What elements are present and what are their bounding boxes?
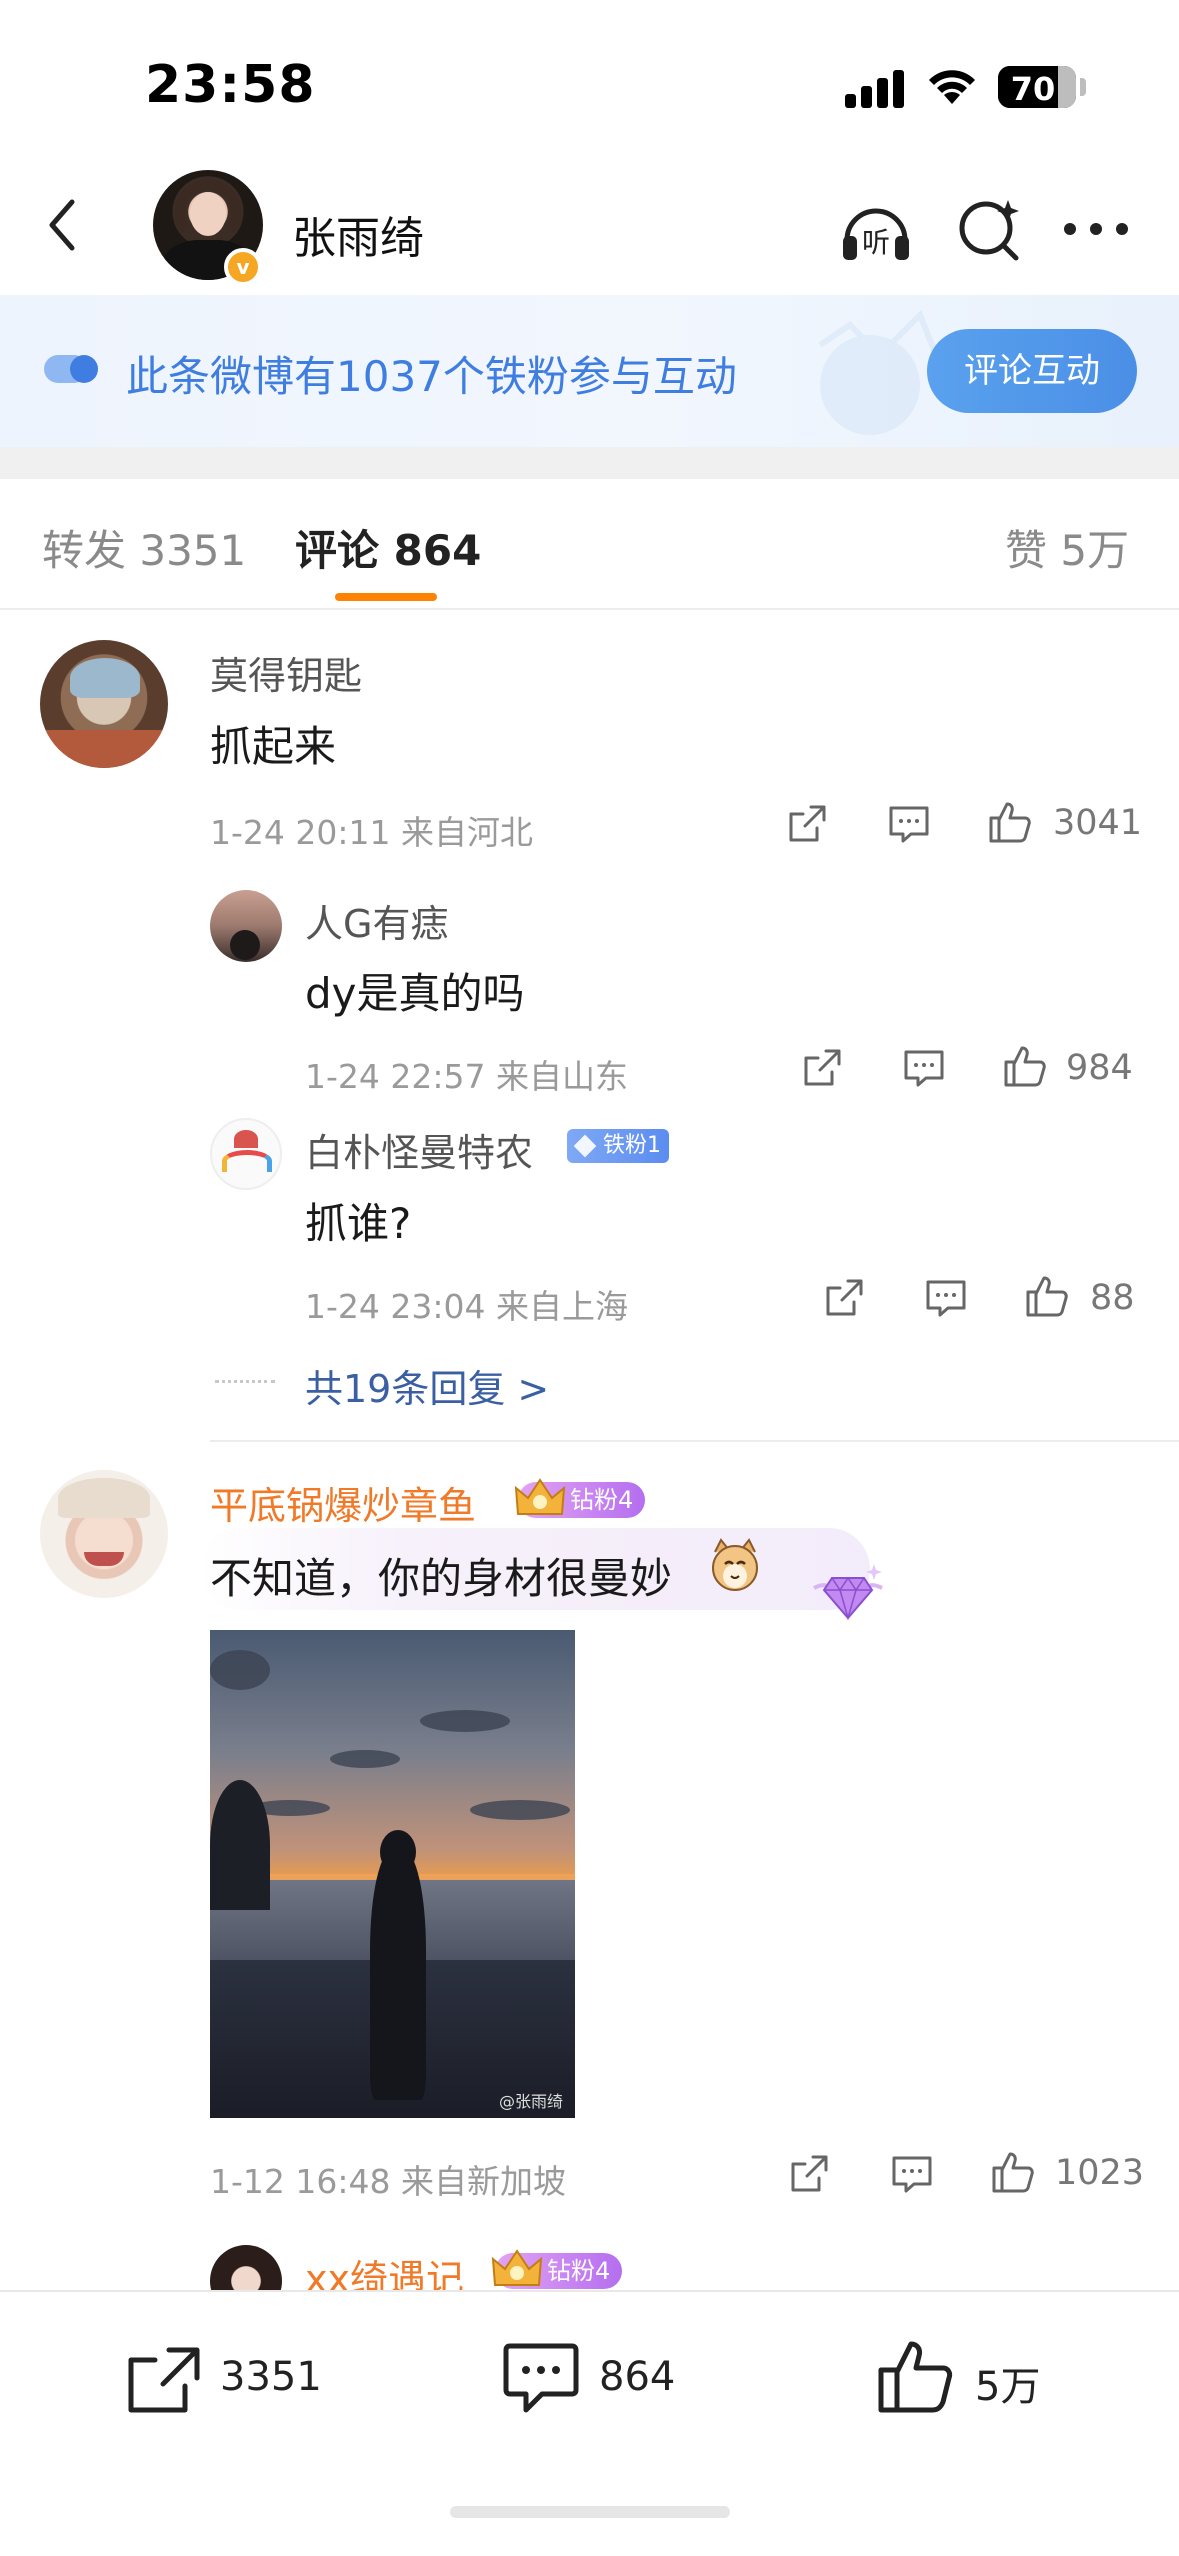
repost-count: 3351 xyxy=(220,2354,322,2400)
comment-text: 不知道，你的身材很曼妙 xyxy=(210,1554,673,1603)
like-icon[interactable] xyxy=(1000,1042,1048,1090)
reply-username[interactable]: 人G有痣 xyxy=(305,893,448,948)
reply-text: dy是真的吗 xyxy=(305,969,525,1018)
post-tabs: 转发 3351 评论 864 赞 5万 xyxy=(0,479,1179,610)
comment-interact-button[interactable]: 评论互动 xyxy=(927,329,1137,413)
comment-button[interactable]: 864 xyxy=(502,2332,702,2422)
comment-username[interactable]: 莫得钥匙 xyxy=(210,645,362,700)
diamond-fan-badge: 钻粉4 xyxy=(514,1478,646,1518)
diamond-fan-badge: 钻粉4 xyxy=(491,2249,623,2289)
reply-icon[interactable] xyxy=(890,2152,934,2196)
crown-icon xyxy=(514,1478,566,1515)
home-indicator[interactable] xyxy=(450,2506,730,2518)
fan-level-label: 铁粉1 xyxy=(603,1133,661,1158)
like-icon[interactable] xyxy=(988,2148,1036,2196)
like-count: 3041 xyxy=(1053,803,1143,843)
reply-icon[interactable] xyxy=(887,802,931,846)
more-options-icon[interactable] xyxy=(1064,220,1144,240)
back-arrow-icon[interactable] xyxy=(30,190,100,260)
repost-button[interactable]: 3351 xyxy=(125,2332,345,2422)
share-icon[interactable] xyxy=(822,1276,866,1320)
replies-dots-divider xyxy=(215,1380,275,1383)
comment-icon xyxy=(503,2343,579,2413)
reply-meta: 1-24 23:04 来自上海 xyxy=(305,1287,628,1326)
comment-username[interactable]: 平底锅爆炒章鱼 xyxy=(210,1475,476,1530)
view-more-replies-link[interactable]: 共19条回复 > xyxy=(305,1358,549,1413)
crown-icon xyxy=(491,2249,543,2286)
image-watermark: @张雨绮 xyxy=(498,2092,563,2111)
comment-count: 864 xyxy=(599,2354,676,2400)
like-button[interactable]: 5万 xyxy=(875,2332,1055,2422)
battery-tip xyxy=(1080,78,1086,96)
comment-avatar[interactable] xyxy=(40,1470,168,1598)
like-count: 88 xyxy=(1090,1278,1135,1318)
like-count: 1023 xyxy=(1055,2153,1145,2193)
comment-meta: 1-12 16:48 来自新加坡 xyxy=(210,2162,566,2201)
cellular-signal-icon xyxy=(845,68,907,108)
listen-label: 听 xyxy=(862,226,890,259)
wifi-icon xyxy=(929,70,975,104)
author-name[interactable]: 张雨绮 xyxy=(292,202,424,266)
reply-avatar[interactable] xyxy=(210,1118,282,1190)
comment-divider xyxy=(210,1440,1179,1442)
repost-icon xyxy=(128,2347,200,2413)
status-bar: 23:58 70 xyxy=(0,0,1179,160)
reply-username[interactable]: 白朴怪曼特农 xyxy=(305,1122,533,1177)
share-icon[interactable] xyxy=(785,802,829,846)
diamond-sparkle-icon xyxy=(813,1564,883,1621)
comment-image[interactable]: @张雨绮 xyxy=(210,1630,575,2118)
like-icon[interactable] xyxy=(985,798,1033,846)
share-icon[interactable] xyxy=(800,1046,844,1090)
share-icon[interactable] xyxy=(787,2152,831,2196)
comment-avatar[interactable] xyxy=(40,640,168,768)
listen-headphones-icon[interactable]: 听 xyxy=(835,190,917,272)
tab-likes[interactable]: 赞 5万 xyxy=(1005,517,1129,578)
post-header: v 张雨绮 听 xyxy=(0,160,1179,295)
section-divider xyxy=(0,447,1179,479)
active-tab-indicator xyxy=(335,593,437,601)
search-icon[interactable] xyxy=(950,190,1030,270)
diamond-fan-label: 钻粉4 xyxy=(547,2257,611,2285)
fan-interaction-banner: 此条微博有1037个铁粉参与互动 评论互动 xyxy=(0,295,1179,447)
reply-icon[interactable] xyxy=(924,1276,968,1320)
reply-avatar[interactable] xyxy=(210,890,282,962)
fan-level-badge: 铁粉1 xyxy=(567,1129,669,1163)
gem-icon xyxy=(573,1134,597,1158)
battery-icon: 70 xyxy=(998,66,1076,108)
tab-comments[interactable]: 评论 864 xyxy=(295,517,481,578)
fan-icon xyxy=(44,355,98,383)
fan-banner-text: 此条微博有1037个铁粉参与互动 xyxy=(126,352,737,401)
comment-text: 抓起来 xyxy=(210,722,337,771)
battery-level: 70 xyxy=(1010,70,1056,108)
like-count: 984 xyxy=(1066,1048,1133,1088)
reply-icon[interactable] xyxy=(902,1046,946,1090)
comment-meta: 1-24 20:11 来自河北 xyxy=(210,813,533,852)
reply-meta: 1-24 22:57 来自山东 xyxy=(305,1057,628,1096)
verified-badge-icon: v xyxy=(224,248,262,286)
tab-repost[interactable]: 转发 3351 xyxy=(42,517,246,578)
reply-text: 抓谁? xyxy=(305,1199,412,1248)
like-count-total: 5万 xyxy=(975,2364,1041,2410)
cat-emoji-icon xyxy=(712,1538,758,1591)
status-time: 23:58 xyxy=(145,55,316,115)
diamond-fan-label: 钻粉4 xyxy=(570,1486,634,1514)
like-icon[interactable] xyxy=(1022,1272,1070,1320)
like-thumb-icon xyxy=(878,2341,953,2413)
